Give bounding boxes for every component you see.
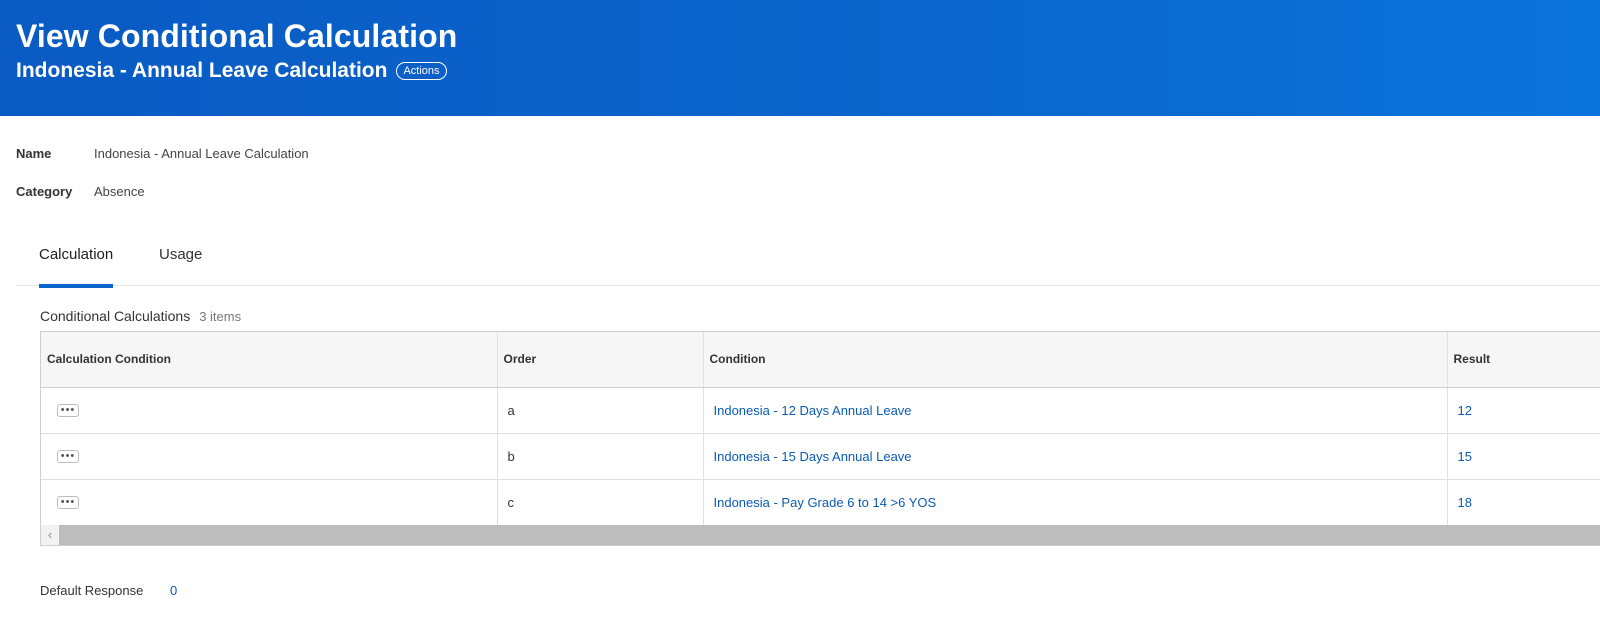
condition-link[interactable]: Indonesia - Pay Grade 6 to 14 >6 YOS xyxy=(703,479,1448,526)
chevron-left-icon[interactable]: ‹ xyxy=(41,525,59,545)
section-header: Conditional Calculations 3 items xyxy=(40,308,241,324)
category-label: Category xyxy=(16,184,73,199)
grid-table: Calculation Condition Order Condition Re… xyxy=(41,332,1600,526)
column-header-condition[interactable]: Condition xyxy=(703,332,1448,388)
more-horizontal-icon: ••• xyxy=(60,495,76,508)
table-row: ••• a Indonesia - 12 Days Annual Leave 1… xyxy=(41,387,1600,434)
name-value: Indonesia - Annual Leave Calculation xyxy=(94,146,309,161)
page-header: View Conditional Calculation Indonesia -… xyxy=(0,0,1600,116)
tab-calculation[interactable]: Calculation xyxy=(39,246,114,288)
calculation-condition-cell: ••• xyxy=(41,387,498,434)
subtitle-row: Indonesia - Annual Leave Calculation Act… xyxy=(16,59,447,83)
calculation-condition-cell: ••• xyxy=(41,479,498,526)
condition-link[interactable]: Indonesia - 15 Days Annual Leave xyxy=(703,433,1448,480)
conditional-calculations-grid: Calculation Condition Order Condition Re… xyxy=(40,331,1600,546)
tab-usage[interactable]: Usage xyxy=(159,246,202,286)
related-actions-button[interactable]: ••• xyxy=(57,449,79,463)
related-actions-button[interactable]: ••• xyxy=(57,495,79,509)
result-link[interactable]: 15 xyxy=(1447,433,1600,480)
category-field: Category Absence xyxy=(16,184,145,199)
column-header-calculation-condition[interactable]: Calculation Condition xyxy=(41,332,498,388)
actions-button[interactable]: Actions xyxy=(396,62,447,80)
name-field: Name Indonesia - Annual Leave Calculatio… xyxy=(16,146,309,161)
tab-calculation-label: Calculation xyxy=(39,246,114,263)
item-count: 3 items xyxy=(199,309,242,324)
more-horizontal-icon: ••• xyxy=(60,449,76,462)
order-cell: a xyxy=(497,387,704,434)
default-response-label: Default Response xyxy=(40,583,144,598)
condition-link[interactable]: Indonesia - 12 Days Annual Leave xyxy=(703,387,1448,434)
result-link[interactable]: 12 xyxy=(1447,387,1600,434)
column-header-order[interactable]: Order xyxy=(497,332,704,388)
order-cell: b xyxy=(497,433,704,480)
related-actions-button[interactable]: ••• xyxy=(57,403,79,417)
calculation-condition-cell: ••• xyxy=(41,433,498,480)
more-horizontal-icon: ••• xyxy=(60,403,76,416)
page-subtitle: Indonesia - Annual Leave Calculation xyxy=(16,59,388,82)
result-link[interactable]: 18 xyxy=(1447,479,1600,526)
category-value: Absence xyxy=(94,184,145,199)
table-row: ••• b Indonesia - 15 Days Annual Leave 1… xyxy=(41,433,1600,480)
table-row: ••• c Indonesia - Pay Grade 6 to 14 >6 Y… xyxy=(41,479,1600,526)
section-title: Conditional Calculations xyxy=(40,308,191,324)
column-header-result[interactable]: Result xyxy=(1447,332,1600,388)
tab-usage-label: Usage xyxy=(159,246,203,263)
horizontal-scrollbar[interactable]: ‹ xyxy=(41,525,1600,545)
tab-bar: Calculation Usage xyxy=(16,240,1600,288)
active-tab-indicator xyxy=(39,284,114,288)
name-label: Name xyxy=(16,146,52,161)
default-response-value[interactable]: 0 xyxy=(170,583,177,598)
page-title: View Conditional Calculation xyxy=(16,18,458,54)
header-row: Calculation Condition Order Condition Re… xyxy=(41,332,1600,388)
order-cell: c xyxy=(497,479,704,526)
default-response-field: Default Response 0 xyxy=(40,583,177,598)
